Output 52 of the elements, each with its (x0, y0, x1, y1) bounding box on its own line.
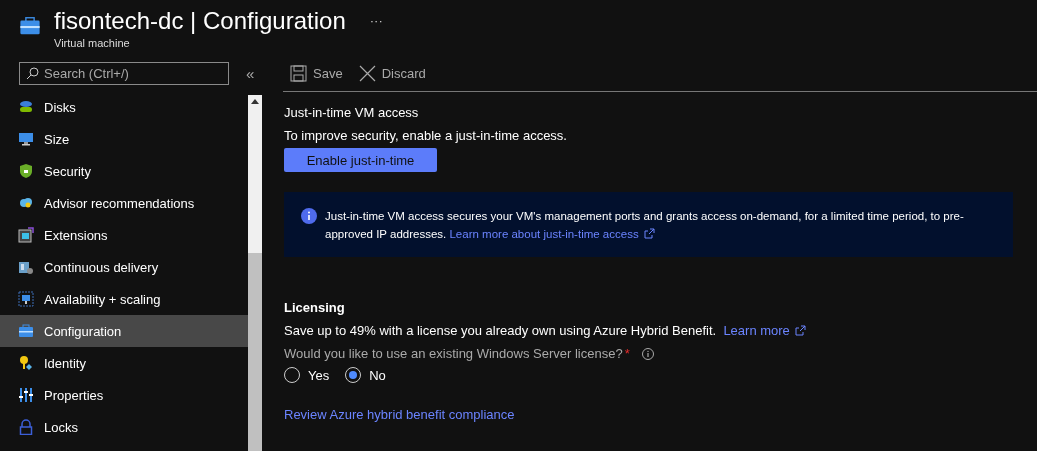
learn-more-link[interactable]: Learn more (723, 323, 806, 338)
section-heading: Licensing (284, 300, 346, 315)
info-icon (301, 208, 317, 224)
sidebar-item[interactable]: Locks (0, 411, 248, 443)
info-icon (641, 347, 654, 360)
section-description: Save up to 49% with a license you already own using Azure Hybrid Benefit. Learn more (284, 323, 1037, 338)
scrollbar-thumb[interactable] (248, 253, 262, 451)
lock-icon (18, 419, 34, 435)
section-heading: Just-in-time VM access (284, 104, 420, 120)
sidebar-item[interactable]: Advisor recommendations (0, 187, 248, 219)
sidebar-item[interactable]: Identity (0, 347, 248, 379)
sidebar-item[interactable]: Extensions (0, 219, 248, 251)
shield-icon (18, 163, 34, 179)
disks-icon (18, 99, 34, 115)
sidebar-item[interactable]: Security (0, 155, 248, 187)
sidebar-item[interactable]: Size (0, 123, 248, 155)
sidebar-item[interactable]: Properties (0, 379, 248, 411)
radio-option[interactable]: Yes (284, 367, 330, 383)
page-subtitle: Virtual machine (54, 37, 131, 49)
radio-option[interactable]: No (345, 367, 386, 383)
collapse-button[interactable]: « (246, 64, 255, 82)
toolbox-icon (18, 15, 42, 37)
toolbox-icon (18, 323, 34, 339)
enable-jit-button[interactable]: Enable just-in-time (284, 148, 437, 172)
close-icon (358, 64, 376, 82)
review-link[interactable]: Review Azure hybrid benefit compliance (284, 407, 515, 422)
delivery-icon (18, 259, 34, 275)
save-icon (290, 64, 307, 82)
scrollbar[interactable] (248, 95, 262, 451)
info-text: Just-in-time VM access secures your VM's management ports and grants access on-demand, for a limited time period, to pre-approved IP addresses. Learn more about just-in-time access (325, 209, 965, 242)
field-label: Would you like to use an existing Windows Server license? (284, 346, 623, 361)
page-title: fisontech-dc | Configuration (54, 7, 346, 35)
search-field[interactable]: Search (Ctrl+/) (19, 61, 229, 85)
sidebar-item[interactable]: Configuration (0, 315, 248, 347)
more-button[interactable]: ··· (369, 13, 383, 28)
sidebar-item[interactable]: Availability + scaling (0, 283, 248, 315)
scaling-icon (18, 291, 34, 307)
extensions-icon (18, 227, 34, 243)
search-icon (26, 66, 39, 80)
section-description: To improve security, enable a just-in-time access. (284, 128, 568, 143)
key-icon (18, 355, 34, 371)
required-marker: * (624, 346, 630, 361)
external-link-icon (794, 325, 806, 336)
learn-more-link[interactable]: Learn more about just-in-time access (449, 228, 655, 240)
sidebar-item[interactable]: Disks (0, 91, 248, 123)
external-link-icon (643, 228, 655, 239)
monitor-icon (18, 131, 34, 147)
discard-button[interactable]: Discard (358, 64, 426, 82)
sliders-icon (18, 387, 34, 403)
scroll-up-icon[interactable] (251, 99, 259, 104)
sidebar-item[interactable]: Continuous delivery (0, 251, 248, 283)
save-button[interactable]: Save (290, 64, 343, 82)
